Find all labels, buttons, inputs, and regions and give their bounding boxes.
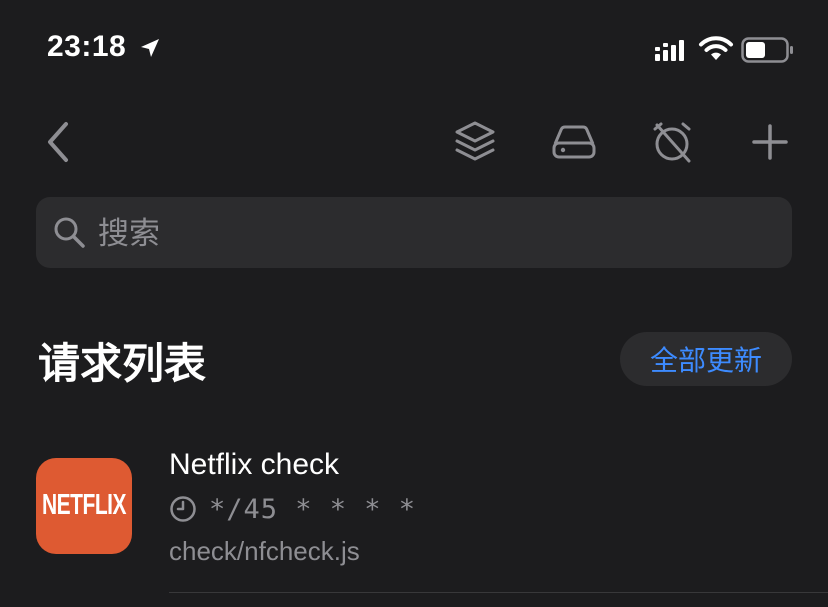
battery-icon (741, 37, 793, 63)
layers-button[interactable] (447, 110, 503, 174)
status-bar: 23:18 (0, 0, 828, 100)
wifi-icon (699, 36, 733, 60)
update-all-button[interactable]: 全部更新 (620, 332, 792, 386)
layers-icon (455, 121, 495, 161)
list-item[interactable]: NETFLIX Netflix check */45 * * * * check… (0, 440, 828, 600)
nav-bar (0, 110, 828, 174)
drive-button[interactable] (546, 110, 602, 174)
cellular-signal-icon (655, 40, 684, 61)
back-icon (48, 122, 68, 162)
search-bar[interactable] (36, 197, 792, 270)
cron-expression: */45 * * * * (209, 493, 417, 525)
request-title: Netflix check (169, 448, 340, 481)
netflix-app-icon: NETFLIX (36, 458, 132, 554)
search-icon (54, 217, 85, 248)
clock-icon (170, 496, 196, 522)
plus-icon (752, 124, 788, 160)
location-arrow-icon (141, 39, 159, 57)
row-divider (169, 592, 828, 593)
app-icon-text: NETFLIX (42, 489, 127, 521)
add-button[interactable] (742, 110, 798, 174)
back-button[interactable] (30, 110, 86, 174)
alarm-off-icon (653, 122, 691, 163)
script-path: check/nfcheck.js (169, 536, 360, 566)
section-title: 请求列表 (38, 339, 207, 388)
status-time: 23:18 (47, 30, 127, 63)
alarm-off-button[interactable] (644, 110, 700, 174)
request-schedule: */45 * * * * (169, 492, 416, 526)
drive-icon (552, 125, 596, 159)
search-input[interactable] (96, 197, 780, 270)
